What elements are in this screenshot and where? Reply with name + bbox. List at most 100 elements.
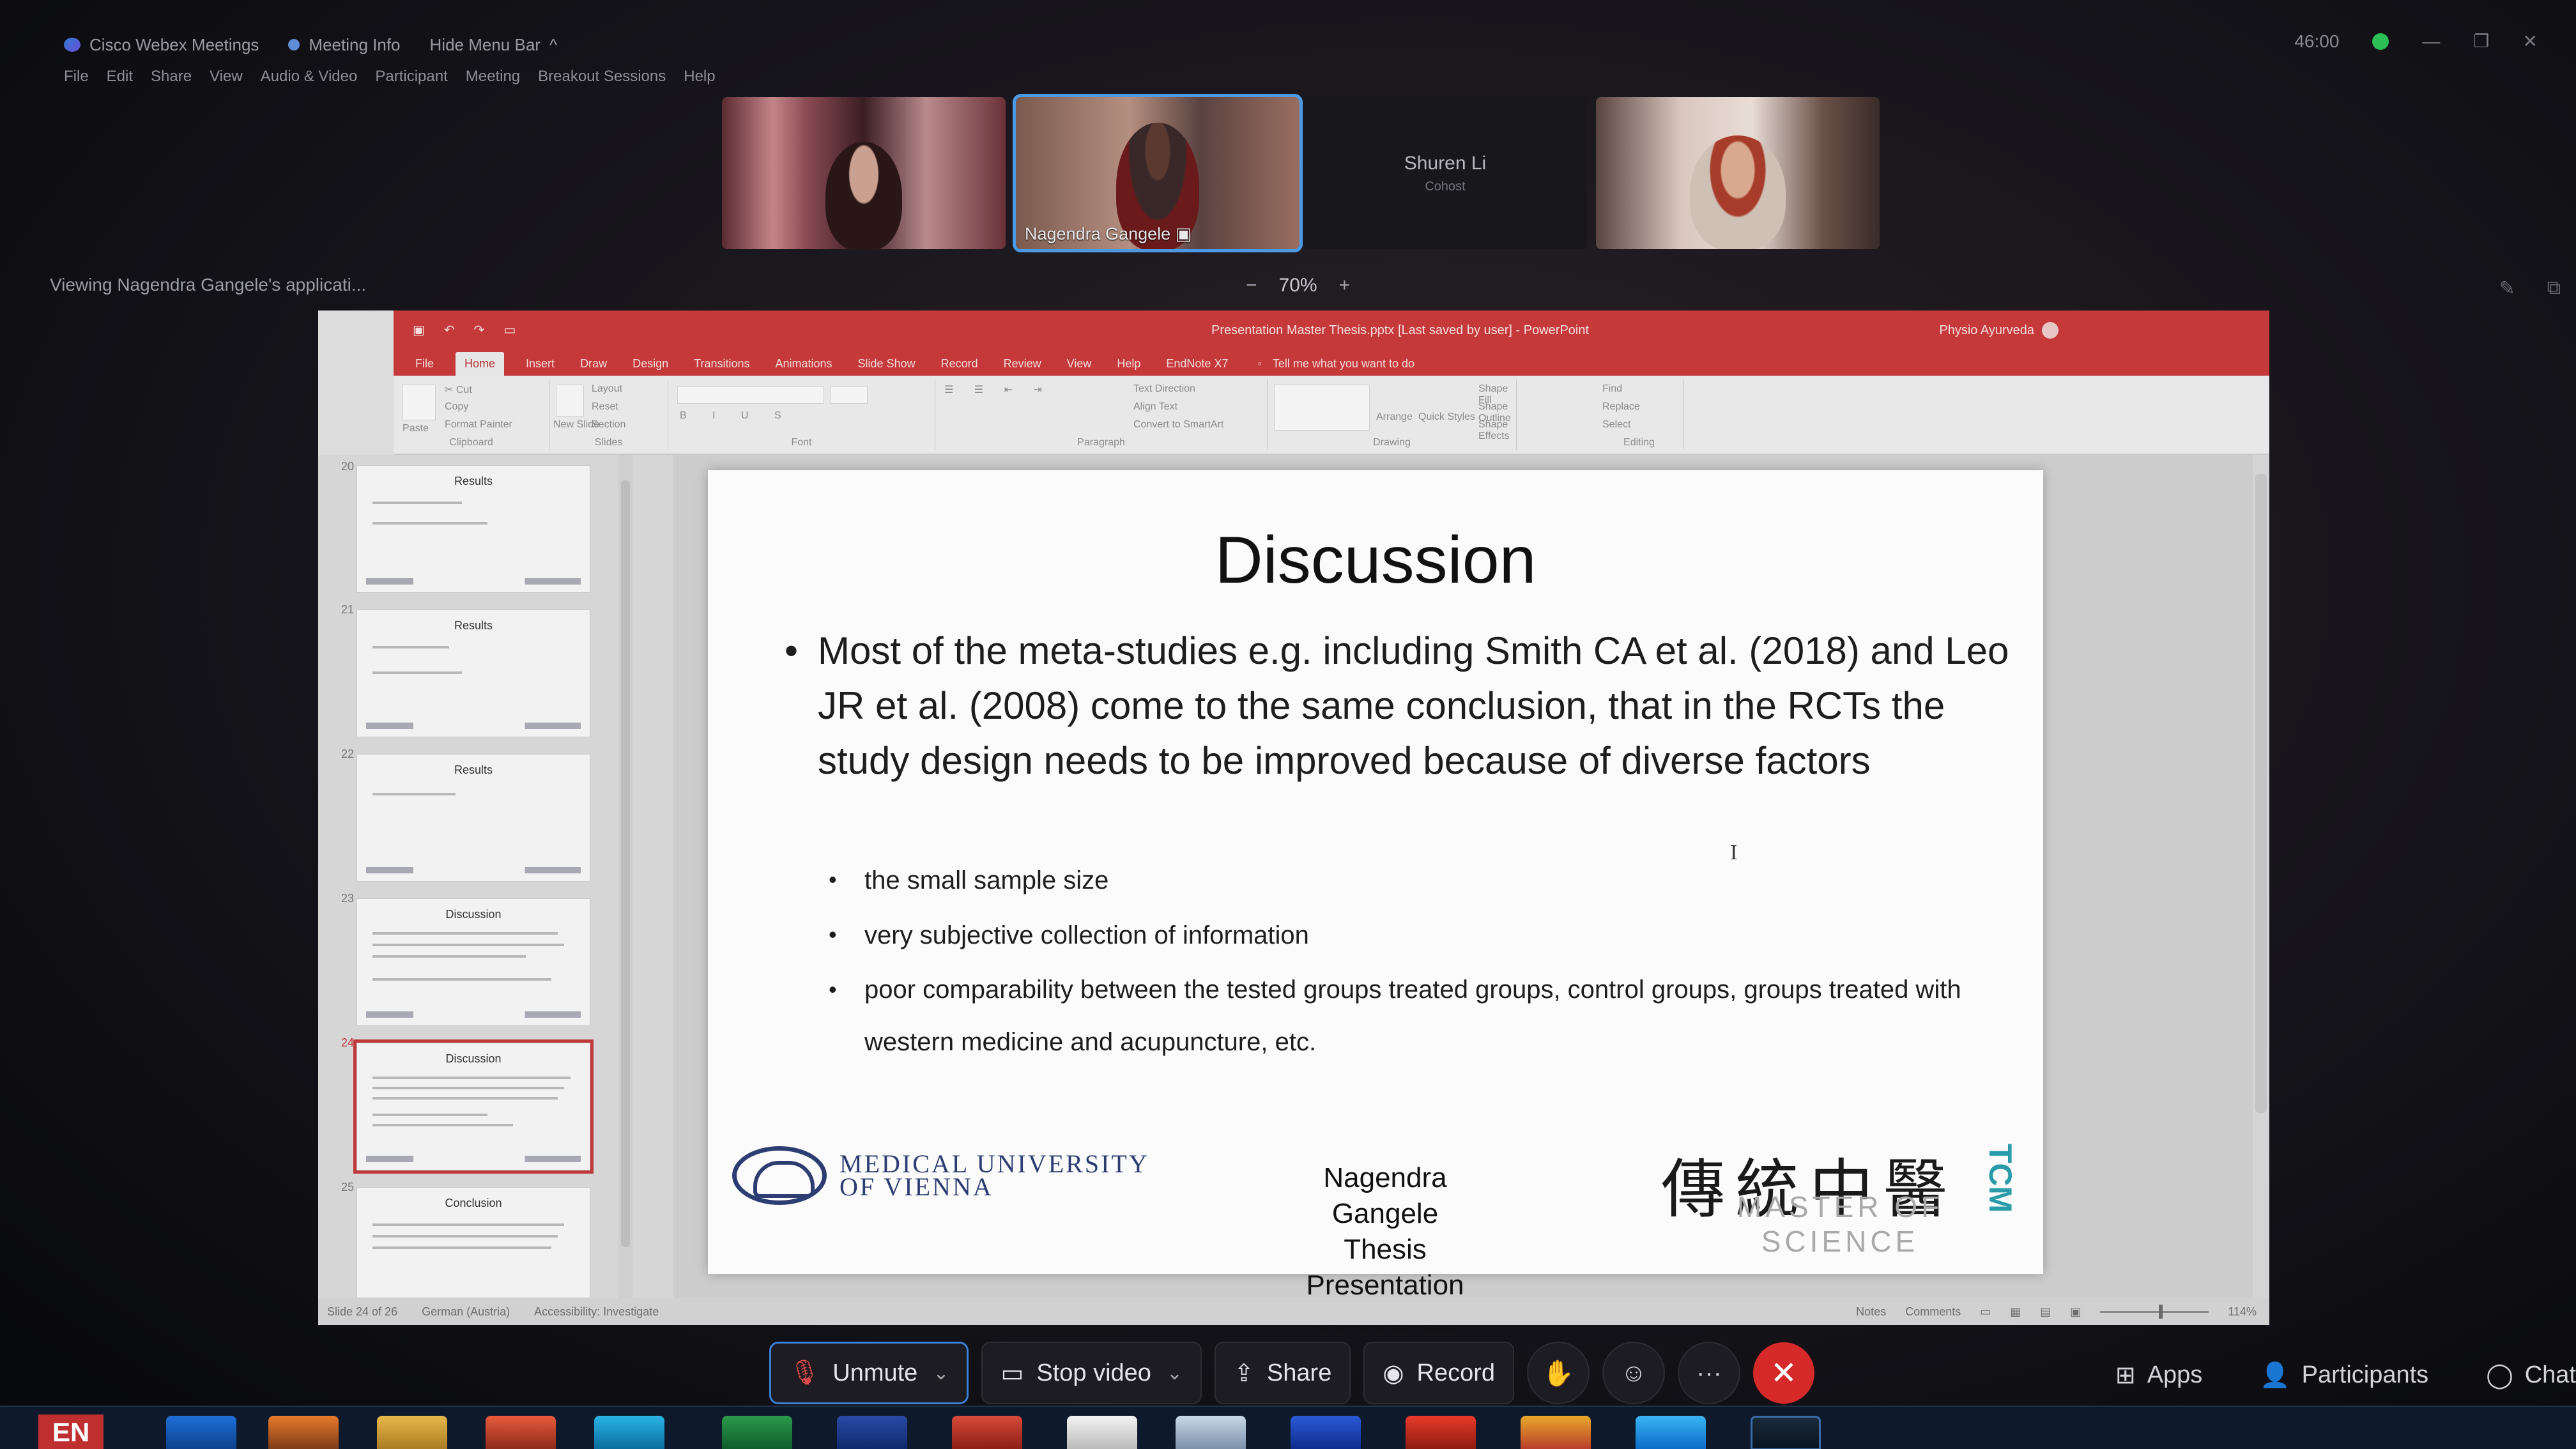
photoshop-icon[interactable]: [837, 1416, 907, 1449]
zoom-in-button[interactable]: +: [1339, 275, 1351, 296]
chevron-down-icon[interactable]: ⌄: [1167, 1362, 1183, 1384]
tab-review[interactable]: Review: [1000, 357, 1045, 376]
participant-tile-shuren-li[interactable]: Shuren Li Cohost: [1303, 97, 1587, 249]
start-from-beginning-icon[interactable]: ▭: [503, 322, 516, 338]
tab-slide-show[interactable]: Slide Show: [854, 357, 919, 376]
excel-icon[interactable]: [722, 1416, 792, 1449]
language-status[interactable]: German (Austria): [422, 1305, 510, 1319]
font-size-dropdown[interactable]: [831, 386, 868, 404]
slide-thumbnail[interactable]: Discussion: [356, 898, 590, 1026]
document-icon[interactable]: [1067, 1416, 1137, 1449]
slide-thumbnail[interactable]: Conclusion: [356, 1187, 590, 1298]
image-viewer-icon[interactable]: [1176, 1416, 1246, 1449]
slide-title[interactable]: Discussion: [708, 523, 2043, 599]
menu-share[interactable]: Share: [151, 68, 192, 86]
hide-menu-bar-button[interactable]: Hide Menu Bar ^: [430, 35, 558, 55]
slide-thumbnail[interactable]: Results: [356, 754, 590, 882]
paste-icon[interactable]: [402, 385, 436, 420]
text-direction-button[interactable]: Text Direction: [1133, 383, 1195, 395]
menu-audio-video[interactable]: Audio & Video: [261, 68, 358, 86]
slide-thumbnail-selected[interactable]: Discussion: [353, 1039, 594, 1174]
tab-endnote[interactable]: EndNote X7: [1162, 357, 1232, 376]
zoom-slider[interactable]: [2100, 1304, 2209, 1319]
menu-file[interactable]: File: [64, 68, 89, 86]
webex-taskbar-icon[interactable]: [1751, 1416, 1821, 1449]
tab-design[interactable]: Design: [629, 357, 672, 376]
chrome-icon[interactable]: [594, 1416, 664, 1449]
new-slide-icon[interactable]: [556, 385, 584, 417]
tell-me-search[interactable]: ◦ Tell me what you want to do: [1250, 357, 1422, 376]
copy-button[interactable]: Copy: [445, 401, 468, 413]
unmute-button[interactable]: 🎙 Unmute ⌄: [769, 1342, 969, 1404]
zoom-percent[interactable]: 114%: [2228, 1305, 2257, 1319]
edge-browser-icon[interactable]: [166, 1416, 236, 1449]
slide-sorter-icon[interactable]: ▦: [2010, 1305, 2021, 1319]
convert-smartart-button[interactable]: Convert to SmartArt: [1133, 419, 1223, 431]
thumbnails-scrollbar[interactable]: [618, 455, 632, 1298]
tab-transitions[interactable]: Transitions: [690, 357, 753, 376]
layout-button[interactable]: Layout: [592, 383, 622, 395]
powerpoint-icon[interactable]: [952, 1416, 1022, 1449]
normal-view-icon[interactable]: ▭: [1980, 1305, 1991, 1319]
paste-button[interactable]: Paste: [402, 423, 429, 434]
tab-file[interactable]: File: [411, 357, 438, 376]
accessibility-status[interactable]: Accessibility: Investigate: [534, 1305, 659, 1319]
slide-show-icon[interactable]: ▣: [2070, 1305, 2081, 1319]
save-icon[interactable]: ▣: [413, 322, 425, 338]
redo-icon[interactable]: ↷: [474, 322, 485, 338]
font-name-dropdown[interactable]: [677, 386, 824, 404]
participant-video-tile-4[interactable]: [1596, 97, 1880, 249]
current-slide[interactable]: Discussion • Most of the meta-studies e.…: [708, 470, 2043, 1337]
shapes-gallery[interactable]: [1274, 385, 1370, 431]
pop-out-icon[interactable]: ⧉: [2547, 277, 2561, 300]
list-buttons[interactable]: ☰ ☰ ⇤ ⇥: [944, 383, 1051, 396]
sub-bullet-3[interactable]: • poor comparability between the tested …: [829, 963, 2040, 1068]
chat-button[interactable]: ◯ Chat: [2486, 1361, 2576, 1390]
firefox-icon[interactable]: [268, 1416, 339, 1449]
menu-view[interactable]: View: [210, 68, 243, 86]
reset-button[interactable]: Reset: [592, 401, 618, 413]
powerpoint-user[interactable]: Physio Ayurveda: [1939, 322, 2058, 339]
quick-styles-button[interactable]: Quick Styles: [1418, 411, 1475, 423]
language-indicator[interactable]: EN: [38, 1414, 104, 1449]
tab-home[interactable]: Home: [456, 352, 505, 376]
annotate-icon[interactable]: ✎: [2499, 277, 2515, 300]
tab-animations[interactable]: Animations: [771, 357, 836, 376]
comments-button[interactable]: Comments: [1905, 1305, 1961, 1319]
menu-breakout-sessions[interactable]: Breakout Sessions: [538, 68, 666, 86]
sub-bullet-1[interactable]: • the small sample size: [829, 866, 1108, 895]
replace-button[interactable]: Replace: [1602, 401, 1640, 413]
app-icon[interactable]: [1521, 1416, 1591, 1449]
leave-meeting-button[interactable]: ✕: [1753, 1342, 1814, 1404]
align-text-button[interactable]: Align Text: [1133, 401, 1177, 413]
minimize-icon[interactable]: —: [2422, 31, 2440, 52]
main-bullet[interactable]: • Most of the meta-studies e.g. includin…: [785, 624, 2032, 788]
slide-scrollbar[interactable]: [2253, 455, 2269, 1298]
font-format-buttons[interactable]: B I U S: [680, 410, 793, 422]
select-button[interactable]: Select: [1602, 419, 1630, 431]
participant-video-tile-1[interactable]: [722, 97, 1006, 249]
zoom-out-button[interactable]: −: [1246, 275, 1257, 296]
tab-record[interactable]: Record: [937, 357, 982, 376]
reactions-button[interactable]: ☺: [1602, 1342, 1665, 1404]
format-painter-button[interactable]: Format Painter: [445, 419, 512, 431]
undo-icon[interactable]: ↶: [444, 322, 455, 338]
skype-icon[interactable]: [1636, 1416, 1706, 1449]
cut-button[interactable]: ✂ Cut: [445, 383, 472, 396]
notes-button[interactable]: Notes: [1856, 1305, 1886, 1319]
file-explorer-icon[interactable]: [377, 1416, 447, 1449]
app-icon[interactable]: [1406, 1416, 1476, 1449]
menu-meeting[interactable]: Meeting: [466, 68, 520, 86]
restore-icon[interactable]: ❐: [2473, 31, 2489, 52]
arrange-button[interactable]: Arrange: [1376, 411, 1413, 423]
menu-help[interactable]: Help: [684, 68, 715, 86]
participants-button[interactable]: 👤 Participants: [2260, 1361, 2428, 1390]
meeting-info-button[interactable]: Meeting Info: [288, 35, 401, 55]
close-icon[interactable]: ✕: [2523, 31, 2538, 52]
apps-button[interactable]: ⊞ Apps: [2115, 1361, 2202, 1390]
find-button[interactable]: Find: [1602, 383, 1622, 395]
scroll-thumb[interactable]: [621, 480, 630, 1247]
more-options-button[interactable]: ···: [1678, 1342, 1740, 1404]
tab-insert[interactable]: Insert: [522, 357, 558, 376]
reading-view-icon[interactable]: ▤: [2040, 1305, 2051, 1319]
